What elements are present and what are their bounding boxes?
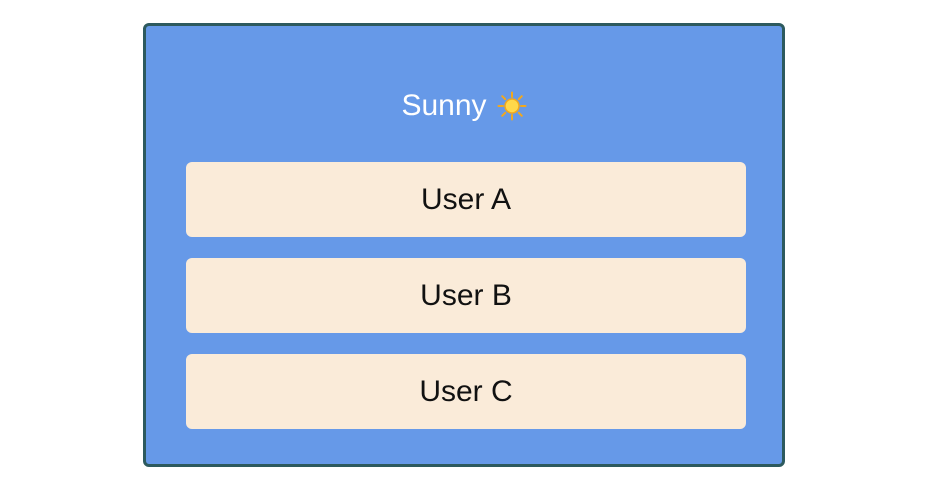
- user-item-a[interactable]: User A: [186, 162, 746, 237]
- weather-status: Sunny: [146, 86, 782, 126]
- user-item-label: User A: [420, 182, 512, 216]
- user-item-c[interactable]: User C: [186, 354, 746, 429]
- user-item-label: User B: [420, 278, 512, 312]
- user-list: User A User B User C: [186, 162, 746, 450]
- weather-label: Sunny: [401, 89, 487, 122]
- user-item-b[interactable]: User B: [186, 258, 746, 333]
- user-item-label: User C: [419, 374, 513, 408]
- weather-card: Sunny User A User B User C: [143, 23, 785, 467]
- sun-icon: [497, 91, 527, 121]
